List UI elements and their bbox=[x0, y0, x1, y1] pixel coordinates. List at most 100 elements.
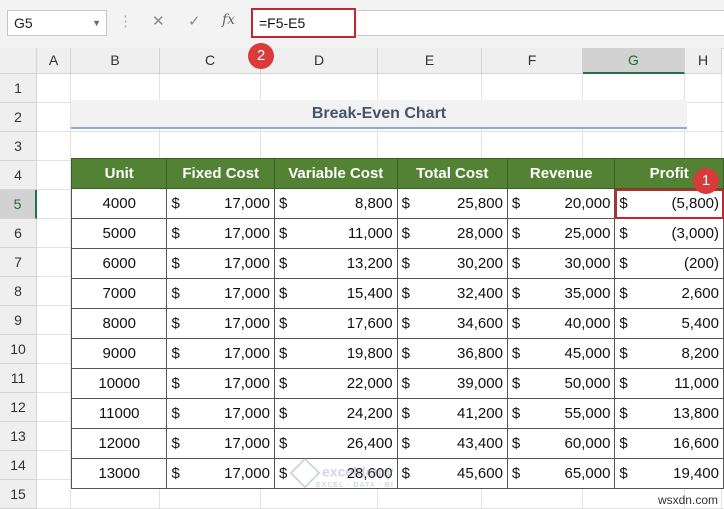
header-total-cost[interactable]: Total Cost bbox=[396, 158, 508, 189]
currency-value: $34,600 bbox=[402, 315, 503, 332]
cell-fixed-cost[interactable]: $17,000 bbox=[166, 428, 275, 459]
row-header-11[interactable]: 11 bbox=[0, 364, 37, 393]
cell-variable-cost[interactable]: $13,200 bbox=[273, 248, 398, 279]
cell-variable-cost[interactable]: $19,800 bbox=[273, 338, 398, 369]
cell-unit[interactable]: 10000 bbox=[70, 368, 168, 399]
cell-unit[interactable]: 8000 bbox=[70, 308, 168, 339]
cell-profit[interactable]: $19,400 bbox=[614, 458, 724, 489]
header-unit[interactable]: Unit bbox=[70, 158, 168, 189]
cell-total-cost[interactable]: $28,000 bbox=[396, 218, 508, 249]
cell-unit[interactable]: 7000 bbox=[70, 278, 168, 309]
row-header-12[interactable]: 12 bbox=[0, 393, 37, 422]
cell-unit[interactable]: 9000 bbox=[70, 338, 168, 369]
row-header-4[interactable]: 4 bbox=[0, 161, 37, 190]
cell-profit[interactable]: $8,200 bbox=[614, 338, 724, 369]
cell-fixed-cost[interactable]: $17,000 bbox=[166, 278, 275, 309]
currency-value: $16,600 bbox=[619, 435, 719, 452]
header-revenue[interactable]: Revenue bbox=[506, 158, 616, 189]
row-header-8[interactable]: 8 bbox=[0, 277, 37, 306]
cell-profit[interactable]: $11,000 bbox=[614, 368, 724, 399]
cell-profit[interactable]: $5,400 bbox=[614, 308, 724, 339]
cell-fixed-cost[interactable]: $17,000 bbox=[166, 308, 275, 339]
row-header-15[interactable]: 15 bbox=[0, 480, 37, 509]
cell-profit[interactable]: $16,600 bbox=[614, 428, 724, 459]
row-header-1[interactable]: 1 bbox=[0, 74, 37, 103]
cell-profit[interactable]: $13,800 bbox=[614, 398, 724, 429]
cell-variable-cost[interactable]: $17,600 bbox=[273, 308, 398, 339]
column-header-h[interactable]: H bbox=[685, 48, 722, 74]
cell-fixed-cost[interactable]: $17,000 bbox=[166, 338, 275, 369]
cell-revenue[interactable]: $35,000 bbox=[506, 278, 616, 309]
row-header-9[interactable]: 9 bbox=[0, 306, 37, 335]
cell-total-cost[interactable]: $30,200 bbox=[396, 248, 508, 279]
cell-revenue[interactable]: $25,000 bbox=[506, 218, 616, 249]
cell-fixed-cost[interactable]: $17,000 bbox=[166, 458, 275, 489]
chevron-down-icon[interactable]: ▼ bbox=[92, 11, 101, 35]
cell-profit[interactable]: $ (200) bbox=[614, 248, 724, 279]
insert-function-icon[interactable]: fx bbox=[222, 12, 235, 28]
column-header-d[interactable]: D bbox=[261, 48, 378, 74]
column-header-c[interactable]: C bbox=[160, 48, 261, 74]
name-box[interactable]: G5 ▼ bbox=[7, 10, 107, 36]
cell-total-cost[interactable]: $41,200 bbox=[396, 398, 508, 429]
cell-unit[interactable]: 11000 bbox=[70, 398, 168, 429]
formula-input-area[interactable] bbox=[357, 10, 724, 36]
cell-total-cost[interactable]: $32,400 bbox=[396, 278, 508, 309]
cell-fixed-cost[interactable]: $17,000 bbox=[166, 218, 275, 249]
cell-unit[interactable]: 5000 bbox=[70, 218, 168, 249]
cell-total-cost[interactable]: $25,800 bbox=[396, 188, 508, 219]
cell-fixed-cost[interactable]: $17,000 bbox=[166, 398, 275, 429]
cell-total-cost[interactable]: $39,000 bbox=[396, 368, 508, 399]
cell-revenue[interactable]: $30,000 bbox=[506, 248, 616, 279]
cell-unit[interactable]: 4000 bbox=[70, 188, 168, 219]
cell-unit[interactable]: 13000 bbox=[70, 458, 168, 489]
cell-unit[interactable]: 12000 bbox=[70, 428, 168, 459]
cell-total-cost[interactable]: $34,600 bbox=[396, 308, 508, 339]
cell-revenue[interactable]: $65,000 bbox=[506, 458, 616, 489]
cell-variable-cost[interactable]: $26,400 bbox=[273, 428, 398, 459]
cell-variable-cost[interactable]: $15,400 bbox=[273, 278, 398, 309]
table-row: 9000 $17,000 $19,800 $36,800 $45,000 $8,200 bbox=[70, 338, 724, 369]
column-header-e[interactable]: E bbox=[378, 48, 482, 74]
cell-variable-cost[interactable]: $11,000 bbox=[273, 218, 398, 249]
cell-profit[interactable]: $2,600 bbox=[614, 278, 724, 309]
cell-revenue[interactable]: $20,000 bbox=[506, 188, 616, 219]
cell-variable-cost[interactable]: $24,200 bbox=[273, 398, 398, 429]
row-header-2[interactable]: 2 bbox=[0, 103, 37, 132]
amount: 30,200 bbox=[457, 255, 503, 272]
cell-total-cost[interactable]: $43,400 bbox=[396, 428, 508, 459]
cell-fixed-cost[interactable]: $17,000 bbox=[166, 248, 275, 279]
select-all-corner[interactable] bbox=[0, 48, 37, 74]
cell-revenue[interactable]: $45,000 bbox=[506, 338, 616, 369]
row-header-14[interactable]: 14 bbox=[0, 451, 37, 480]
row-header-5[interactable]: 5 bbox=[0, 190, 37, 219]
cell-revenue[interactable]: $50,000 bbox=[506, 368, 616, 399]
row-header-3[interactable]: 3 bbox=[0, 132, 37, 161]
row-header-6[interactable]: 6 bbox=[0, 219, 37, 248]
row-header-13[interactable]: 13 bbox=[0, 422, 37, 451]
amount: 13,200 bbox=[346, 255, 393, 272]
cell-fixed-cost[interactable]: $17,000 bbox=[166, 188, 275, 219]
cell-revenue[interactable]: $40,000 bbox=[506, 308, 616, 339]
currency-value: $19,400 bbox=[619, 465, 719, 482]
cell-profit[interactable]: $ (3,000) bbox=[614, 218, 724, 249]
column-header-g[interactable]: G bbox=[583, 48, 685, 74]
cell-variable-cost[interactable]: $8,800 bbox=[273, 188, 398, 219]
cell-variable-cost[interactable]: $22,000 bbox=[273, 368, 398, 399]
column-header-b[interactable]: B bbox=[71, 48, 160, 74]
cell-revenue[interactable]: $55,000 bbox=[506, 398, 616, 429]
header-variable-cost[interactable]: Variable Cost bbox=[273, 158, 398, 189]
cell-revenue[interactable]: $60,000 bbox=[506, 428, 616, 459]
row-header-10[interactable]: 10 bbox=[0, 335, 37, 364]
currency-value: $22,000 bbox=[279, 375, 393, 392]
row-header-7[interactable]: 7 bbox=[0, 248, 37, 277]
cell-fixed-cost[interactable]: $17,000 bbox=[166, 368, 275, 399]
formula-input[interactable]: =F5-E5 bbox=[251, 8, 356, 38]
column-header-a[interactable]: A bbox=[37, 48, 71, 74]
cell-unit[interactable]: 6000 bbox=[70, 248, 168, 279]
enter-icon[interactable]: ✓ bbox=[188, 12, 201, 30]
header-fixed-cost[interactable]: Fixed Cost bbox=[166, 158, 275, 189]
cell-total-cost[interactable]: $36,800 bbox=[396, 338, 508, 369]
column-header-f[interactable]: F bbox=[482, 48, 583, 74]
cancel-icon[interactable]: ✕ bbox=[152, 12, 165, 30]
